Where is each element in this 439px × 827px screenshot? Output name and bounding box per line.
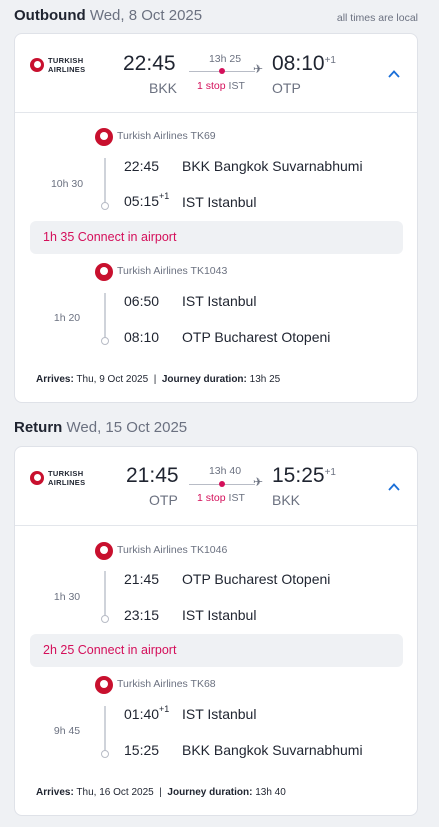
plane-icon: ✈ bbox=[253, 62, 264, 76]
stop-dot bbox=[219, 481, 225, 487]
return-card: TURKISH AIRLINES 21:45 OTP 13h 40 ✈ 1 st… bbox=[14, 446, 418, 816]
return-summary[interactable]: TURKISH AIRLINES 21:45 OTP 13h 40 ✈ 1 st… bbox=[15, 447, 417, 526]
segment-arrival-place: IST Istanbul bbox=[182, 194, 257, 210]
timeline-dot bbox=[101, 202, 109, 210]
segment-departure-place: IST Istanbul bbox=[182, 293, 257, 309]
stops-info: 1 stop IST bbox=[197, 80, 245, 92]
outbound-date: Wed, 8 Oct 2025 bbox=[89, 7, 203, 24]
timeline-dot bbox=[101, 615, 109, 623]
trip-duration: 13h 25 bbox=[208, 53, 242, 65]
airline-name: TURKISH AIRLINES bbox=[48, 469, 86, 487]
arrival-time: 15:25+1 bbox=[272, 464, 336, 487]
segment-arrival-time: 05:15+1 bbox=[124, 191, 170, 209]
connection-banner: 1h 35 Connect in airport bbox=[30, 221, 403, 254]
timeline-line bbox=[104, 571, 106, 617]
arrival-code: BKK bbox=[272, 492, 301, 508]
departure-time: 22:45 bbox=[123, 52, 176, 75]
airline-name: TURKISH AIRLINES bbox=[48, 56, 86, 74]
timeline-line bbox=[104, 293, 106, 339]
segment-departure-place: BKK Bangkok Suvarnabhumi bbox=[182, 158, 363, 174]
stop-dot bbox=[219, 68, 225, 74]
segment-arrival-time: 23:15 bbox=[124, 607, 160, 623]
timeline-line bbox=[104, 706, 106, 752]
segment-departure-place: OTP Bucharest Otopeni bbox=[182, 571, 331, 587]
leg-duration: 9h 45 bbox=[53, 725, 81, 737]
leg-duration: 1h 30 bbox=[53, 591, 81, 603]
segment-arrival-time: 08:10 bbox=[124, 329, 160, 345]
outbound-summary[interactable]: TURKISH AIRLINES 22:45 BKK 13h 25 ✈ 1 st… bbox=[15, 34, 417, 113]
turkish-airlines-logo-icon bbox=[95, 542, 113, 560]
segment-departure-time: 22:45 bbox=[124, 158, 160, 174]
timeline-dot bbox=[101, 337, 109, 345]
turkish-airlines-logo-icon bbox=[30, 58, 44, 72]
outbound-heading: Outbound Wed, 8 Oct 2025 bbox=[14, 7, 202, 24]
airline-logo: TURKISH AIRLINES bbox=[30, 56, 86, 76]
departure-code: BKK bbox=[149, 80, 178, 96]
journey-footer: Arrives: Thu, 16 Oct 2025 | Journey dura… bbox=[36, 787, 286, 798]
trip-duration: 13h 40 bbox=[208, 465, 242, 477]
segment-arrival-place: OTP Bucharest Otopeni bbox=[182, 329, 331, 345]
journey-footer: Arrives: Thu, 9 Oct 2025 | Journey durat… bbox=[36, 374, 281, 385]
segment-departure-time: 01:40+1 bbox=[124, 704, 170, 722]
segment-arrival-place: BKK Bangkok Suvarnabhumi bbox=[182, 742, 363, 758]
leg-duration: 1h 20 bbox=[53, 312, 81, 324]
departure-time: 21:45 bbox=[126, 464, 179, 487]
outbound-card: TURKISH AIRLINES 22:45 BKK 13h 25 ✈ 1 st… bbox=[14, 33, 418, 403]
segment-arrival-time: 15:25 bbox=[124, 742, 160, 758]
segment-departure-time: 06:50 bbox=[124, 293, 160, 309]
connection-banner: 2h 25 Connect in airport bbox=[30, 634, 403, 667]
departure-code: OTP bbox=[149, 492, 178, 508]
segment-arrival-place: IST Istanbul bbox=[182, 607, 257, 623]
arrival-code: OTP bbox=[272, 80, 301, 96]
segment-departure-time: 21:45 bbox=[124, 571, 160, 587]
stops-info: 1 stop IST bbox=[197, 492, 245, 504]
chevron-up-icon[interactable] bbox=[388, 481, 400, 493]
timeline-dot bbox=[101, 750, 109, 758]
outbound-label: Outbound bbox=[14, 7, 86, 24]
plane-icon: ✈ bbox=[253, 475, 264, 489]
leg-duration: 10h 30 bbox=[50, 178, 84, 190]
return-heading: Return Wed, 15 Oct 2025 bbox=[14, 419, 187, 436]
return-label: Return bbox=[14, 419, 63, 436]
segment-departure-place: IST Istanbul bbox=[182, 706, 257, 722]
arrival-time: 08:10+1 bbox=[272, 52, 336, 75]
turkish-airlines-logo-icon bbox=[95, 263, 113, 281]
return-date: Wed, 15 Oct 2025 bbox=[66, 419, 188, 436]
airline-logo: TURKISH AIRLINES bbox=[30, 469, 86, 489]
turkish-airlines-logo-icon bbox=[95, 128, 113, 146]
chevron-up-icon[interactable] bbox=[388, 68, 400, 80]
turkish-airlines-logo-icon bbox=[95, 676, 113, 694]
turkish-airlines-logo-icon bbox=[30, 471, 44, 485]
timezone-note: all times are local bbox=[336, 12, 418, 24]
timeline-line bbox=[104, 158, 106, 204]
